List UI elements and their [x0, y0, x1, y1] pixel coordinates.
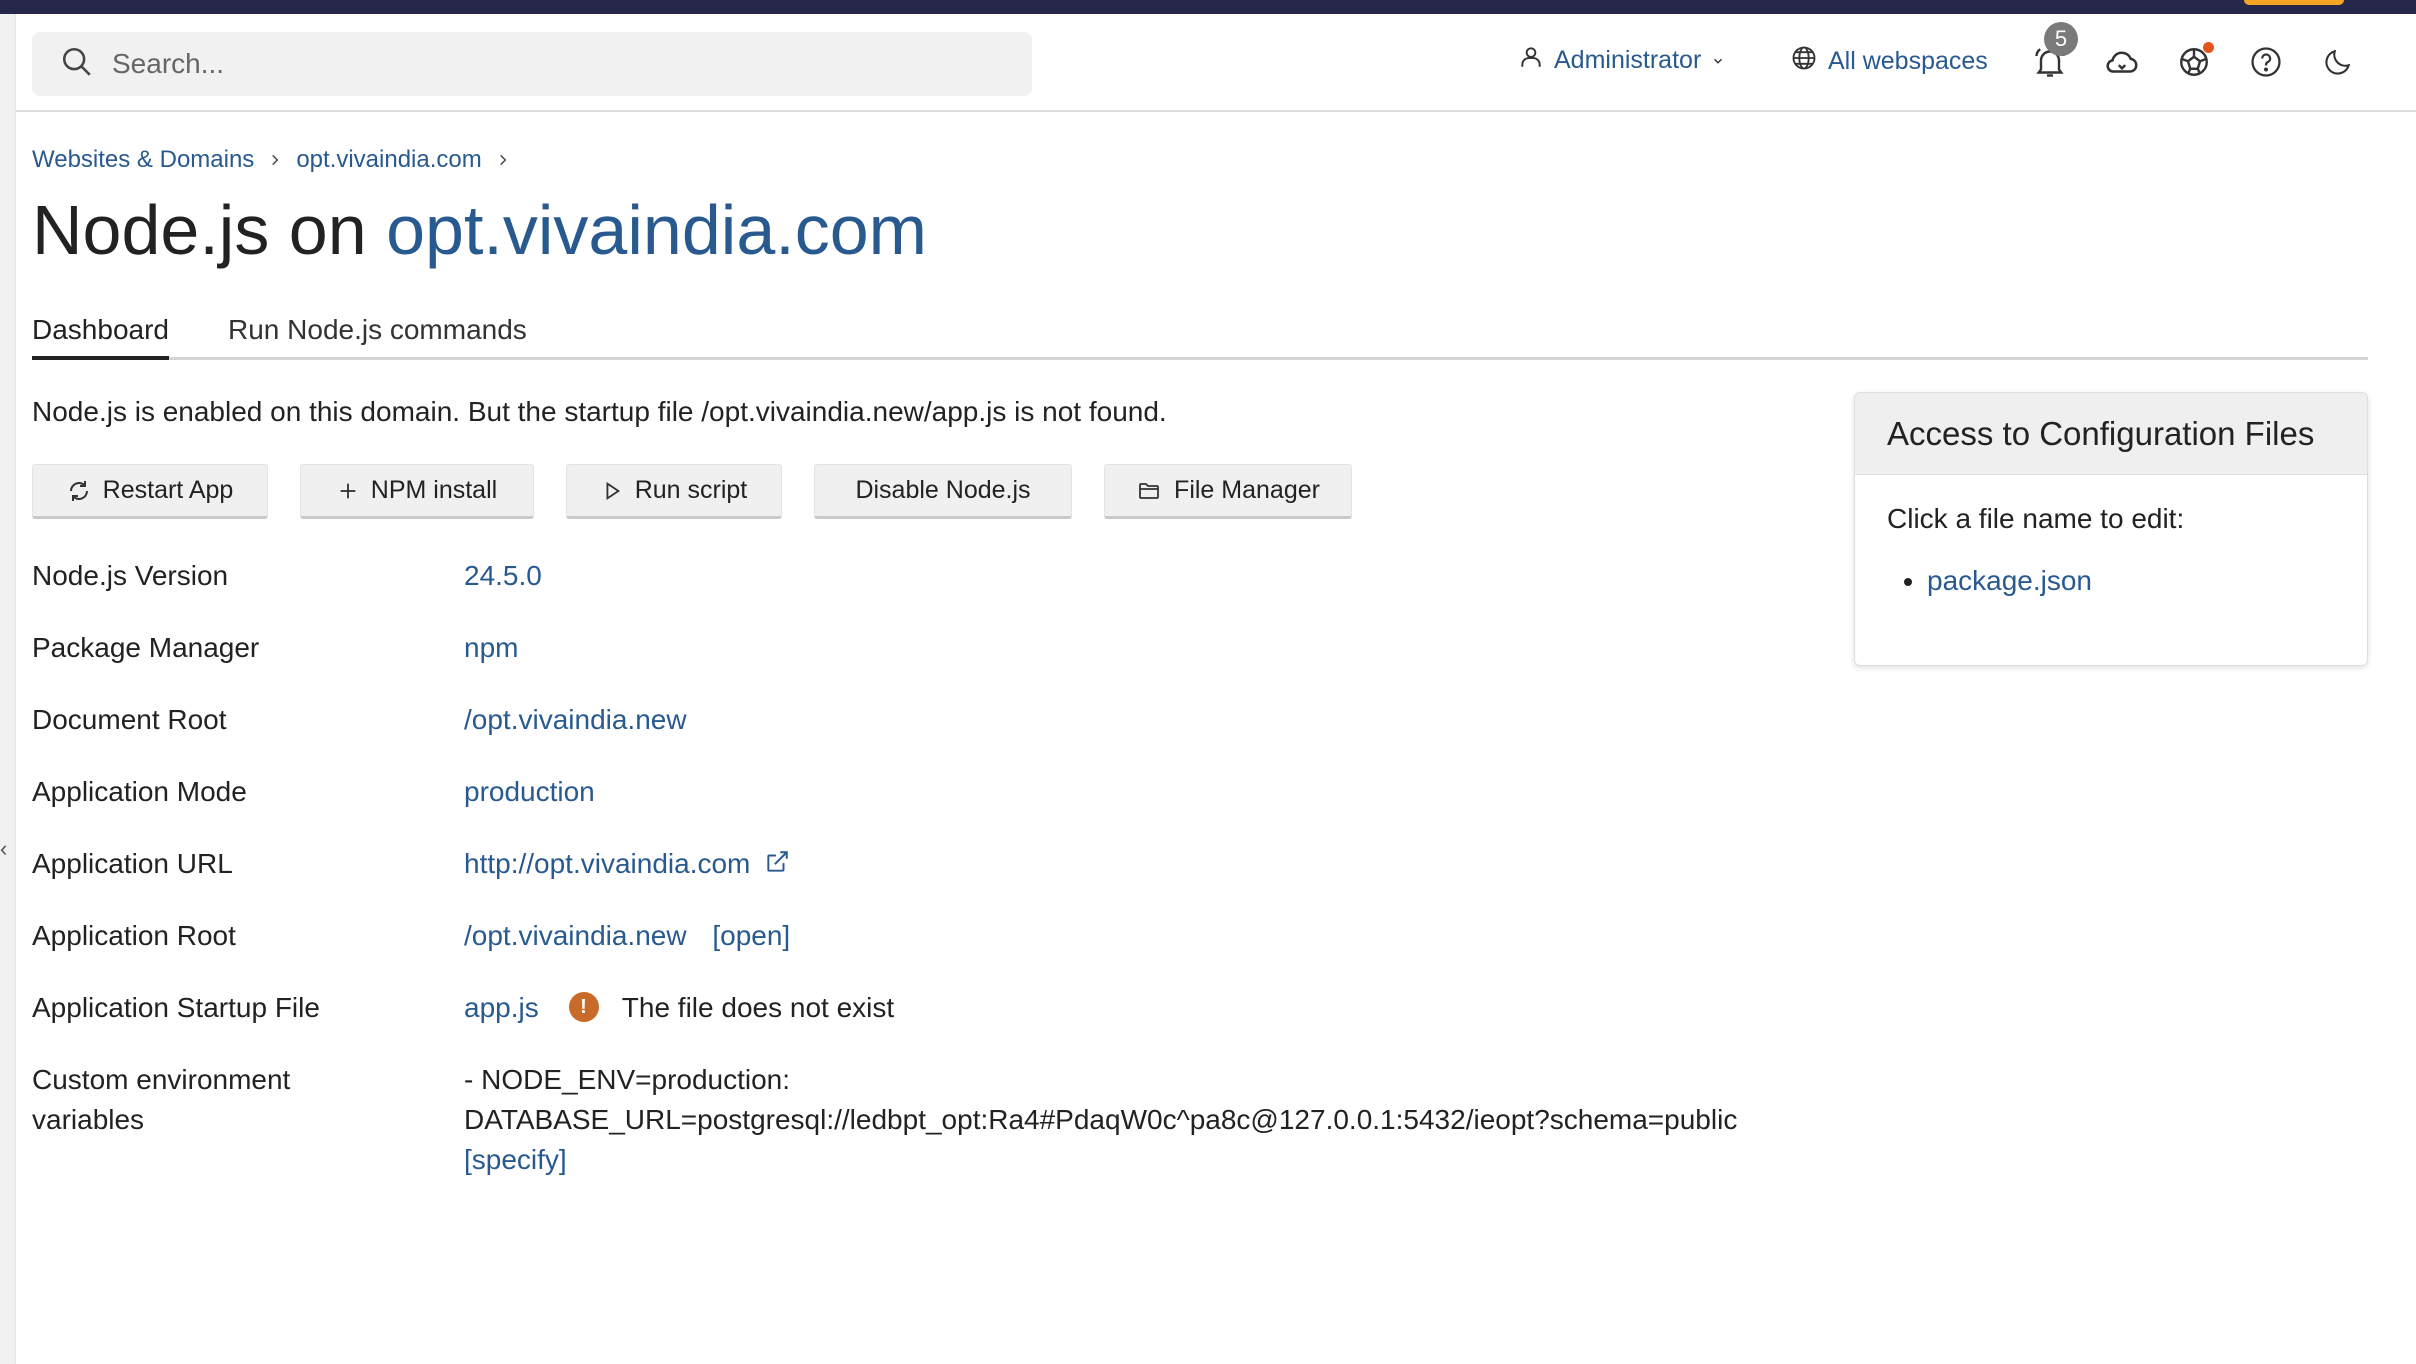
extensions-button[interactable] — [2174, 42, 2214, 84]
run-script-label: Run script — [634, 476, 748, 504]
cloud-icon — [2103, 43, 2141, 86]
chevron-right-icon — [268, 151, 282, 169]
moon-icon — [2322, 46, 2354, 83]
specify-env-vars-link[interactable]: [specify] — [464, 1144, 567, 1175]
config-panel-title: Access to Configuration Files — [1855, 393, 2367, 475]
config-panel-body: Click a file name to edit: package.json — [1855, 475, 2367, 597]
user-menu-label: Administrator — [1554, 46, 1702, 74]
chevron-right-icon — [496, 151, 510, 169]
folder-icon — [1136, 479, 1162, 503]
user-menu[interactable]: Administrator — [1518, 44, 1725, 77]
startup-file-value: app.js ! The file does not exist — [464, 988, 894, 1028]
startup-file-link[interactable]: app.js — [464, 992, 539, 1023]
alert-dot — [2203, 42, 2214, 53]
env-vars-value: - NODE_ENV=production: DATABASE_URL=post… — [464, 1060, 1737, 1180]
property-label: Application Root — [32, 920, 236, 951]
startup-file-warning: The file does not exist — [621, 992, 895, 1023]
restart-app-label: Restart App — [102, 476, 234, 504]
page-title-prefix: Node.js on — [32, 191, 367, 269]
globe-icon — [1790, 44, 1818, 79]
application-root-link[interactable]: /opt.vivaindia.new — [464, 920, 687, 951]
config-panel-prompt: Click a file name to edit: — [1887, 503, 2185, 534]
plus-icon — [337, 480, 359, 502]
page-title: Node.js on opt.vivaindia.com — [32, 190, 927, 270]
property-label: Application Startup File — [32, 992, 320, 1023]
property-label: Node.js Version — [32, 560, 229, 591]
config-files-panel: Access to Configuration Files Click a fi… — [1854, 392, 2368, 666]
env-vars-label-line1: Custom environment — [32, 1064, 291, 1095]
play-icon — [601, 480, 623, 502]
application-url-value: http://opt.vivaindia.com — [464, 844, 790, 884]
breadcrumb: Websites & Domains opt.vivaindia.com — [32, 146, 524, 174]
top-strip — [0, 0, 2416, 14]
property-label: Application Mode — [32, 776, 247, 807]
warning-icon: ! — [568, 991, 599, 1022]
search-box[interactable] — [32, 32, 1032, 96]
top-header: Administrator All webspaces 5 — [16, 14, 2416, 112]
breadcrumb-item-domain[interactable]: opt.vivaindia.com — [296, 146, 481, 174]
tab-run-nodejs-commands[interactable]: Run Node.js commands — [228, 314, 527, 356]
file-manager-button[interactable]: File Manager — [1104, 464, 1352, 519]
chevron-down-icon — [1711, 54, 1725, 68]
document-root-link[interactable]: /opt.vivaindia.new — [464, 700, 687, 740]
sidebar-collapsed[interactable]: ‹ — [0, 14, 16, 1364]
config-file-link-package-json[interactable]: package.json — [1927, 565, 2092, 596]
env-var-line: - NODE_ENV=production: — [464, 1064, 791, 1095]
package-manager-link[interactable]: npm — [464, 628, 518, 668]
notifications-button[interactable]: 5 — [2030, 22, 2078, 84]
tab-dashboard[interactable]: Dashboard — [32, 314, 169, 360]
restart-app-button[interactable]: Restart App — [32, 464, 268, 519]
notifications-count-badge: 5 — [2044, 22, 2078, 56]
application-url-link[interactable]: http://opt.vivaindia.com — [464, 848, 750, 879]
npm-install-button[interactable]: NPM install — [300, 464, 534, 519]
search-icon — [60, 45, 94, 84]
property-label: Custom environment variables — [32, 1060, 412, 1140]
status-notice: Node.js is enabled on this domain. But t… — [32, 396, 1167, 427]
help-button[interactable] — [2246, 44, 2286, 84]
tab-bar: Dashboard Run Node.js commands — [32, 308, 2368, 360]
webspaces-menu[interactable]: All webspaces — [1790, 44, 1988, 79]
user-icon — [1518, 44, 1544, 77]
nodejs-version-link[interactable]: 24.5.0 — [464, 556, 542, 596]
cloud-button[interactable] — [2102, 44, 2142, 84]
application-mode-link[interactable]: production — [464, 772, 595, 812]
env-var-line: DATABASE_URL=postgresql://ledbpt_opt:Ra4… — [464, 1104, 1738, 1135]
sidebar-expand-handle[interactable]: ‹ — [0, 836, 7, 862]
run-script-button[interactable]: Run script — [566, 464, 782, 519]
property-label: Document Root — [32, 704, 227, 735]
theme-toggle-button[interactable] — [2318, 44, 2358, 84]
page-title-domain-link[interactable]: opt.vivaindia.com — [386, 191, 927, 269]
external-link-icon[interactable] — [764, 849, 790, 875]
file-manager-label: File Manager — [1174, 476, 1320, 504]
application-root-value: /opt.vivaindia.new [open] — [464, 916, 790, 956]
property-label: Package Manager — [32, 632, 260, 663]
webspaces-label: All webspaces — [1828, 47, 1988, 75]
disable-nodejs-label: Disable Node.js — [855, 476, 1031, 504]
help-icon — [2249, 45, 2283, 84]
property-label: Application URL — [32, 848, 233, 879]
breadcrumb-item-websites[interactable]: Websites & Domains — [32, 146, 254, 174]
config-file-list: package.json — [1887, 565, 2367, 597]
top-accent — [2244, 0, 2344, 5]
npm-install-label: NPM install — [370, 476, 498, 504]
action-toolbar: Restart App NPM install Run script Disab… — [32, 464, 1384, 519]
disable-nodejs-button[interactable]: Disable Node.js — [814, 464, 1072, 519]
env-vars-label-line2: variables — [32, 1104, 145, 1135]
refresh-icon — [67, 479, 91, 503]
search-input[interactable] — [112, 48, 992, 80]
list-item: package.json — [1927, 565, 2367, 597]
open-app-root-link[interactable]: [open] — [712, 920, 790, 951]
